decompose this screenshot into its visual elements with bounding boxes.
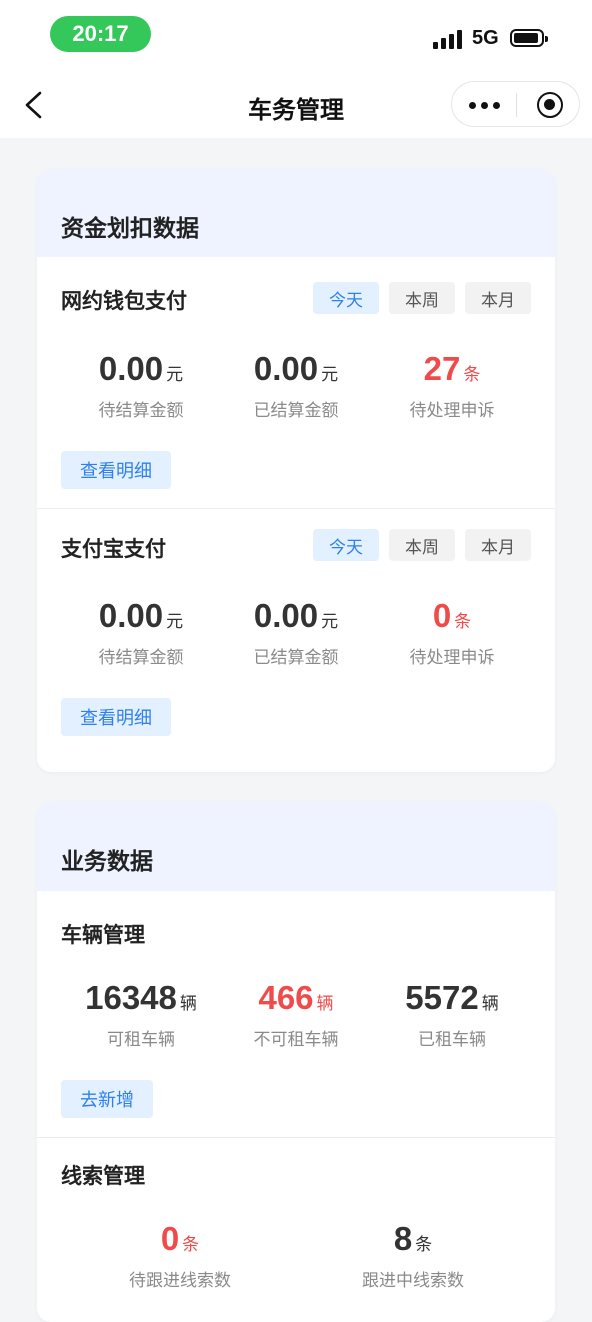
card-title: 业务数据 <box>61 848 153 874</box>
unavailable-vehicles-metric: 466 辆 不可租车辆 <box>211 979 381 1050</box>
pending-amount-metric: 0.00 元 待结算金额 <box>56 350 226 421</box>
settled-amount-metric: 0.00 元 已结算金额 <box>211 597 381 668</box>
leads-section: 线索管理 0条 待跟进线索数 8条 跟进中线索数 <box>37 1138 555 1322</box>
metric-label: 待结算金额 <box>98 648 184 667</box>
signal-icon <box>433 30 462 49</box>
tab-month[interactable]: 本月 <box>465 282 531 314</box>
section-title: 网约钱包支付 <box>61 290 187 313</box>
card-header: 资金划扣数据 <box>37 169 555 257</box>
metric-unit: 元 <box>321 365 339 384</box>
view-detail-button[interactable]: 查看明细 <box>61 451 171 489</box>
tab-week[interactable]: 本周 <box>389 282 455 314</box>
period-tabs: 今天 本周 本月 <box>313 529 531 561</box>
appeals-metric[interactable]: 27 条 待处理申诉 <box>367 350 537 421</box>
metric-value: 0 <box>432 597 452 634</box>
metric-value: 0.00 <box>98 350 164 387</box>
more-icon[interactable] <box>469 102 500 109</box>
metric-unit: 元 <box>166 612 184 631</box>
card-header: 业务数据 <box>37 802 555 891</box>
tab-week[interactable]: 本周 <box>389 529 455 561</box>
available-vehicles-metric: 16348 辆 可租车辆 <box>56 979 226 1050</box>
metric-label: 待处理申诉 <box>409 648 495 667</box>
section-title: 车辆管理 <box>61 924 145 947</box>
metric-unit: 条 <box>415 1235 433 1254</box>
metric-unit: 辆 <box>481 994 499 1013</box>
nav-bar: 车务管理 <box>0 72 592 138</box>
business-data-card: 业务数据 车辆管理 16348 辆 可租车辆 466 辆 不可租车辆 5572 辆 已… <box>37 802 555 1322</box>
view-detail-button[interactable]: 查看明细 <box>61 698 171 736</box>
metric-label: 不可租车辆 <box>253 1030 339 1049</box>
tab-today[interactable]: 今天 <box>313 529 379 561</box>
network-type: 5G <box>472 27 499 49</box>
metric-unit: 辆 <box>179 994 197 1013</box>
appeals-metric[interactable]: 0条 待处理申诉 <box>367 597 537 668</box>
pending-leads-metric: 0条 待跟进线索数 <box>95 1220 265 1291</box>
battery-icon <box>510 29 548 47</box>
tab-month[interactable]: 本月 <box>465 529 531 561</box>
metric-value: 8 <box>393 1220 413 1257</box>
metric-value: 16348 <box>85 979 177 1016</box>
metric-value: 0.00 <box>253 597 319 634</box>
close-target-icon[interactable] <box>537 92 563 118</box>
alipay-section: 支付宝支付 今天 本周 本月 0.00 元 待结算金额 0.00 元 已结算金额 0… <box>37 509 555 772</box>
metric-unit: 条 <box>463 365 481 384</box>
period-tabs: 今天 本周 本月 <box>313 282 531 314</box>
status-bar: 20:17 5G <box>0 0 592 72</box>
add-vehicle-button[interactable]: 去新增 <box>61 1080 153 1118</box>
metric-unit: 辆 <box>316 994 334 1013</box>
section-title: 支付宝支付 <box>61 538 166 561</box>
following-leads-metric: 8条 跟进中线索数 <box>328 1220 498 1291</box>
metric-label: 待结算金额 <box>98 401 184 420</box>
metric-value: 0 <box>160 1220 180 1257</box>
mini-program-capsule <box>451 81 580 127</box>
metric-label: 已结算金额 <box>253 401 339 420</box>
rented-vehicles-metric: 5572 辆 已租车辆 <box>367 979 537 1050</box>
metric-unit: 条 <box>182 1235 200 1254</box>
metric-value: 27 <box>423 350 461 387</box>
vehicle-section: 车辆管理 16348 辆 可租车辆 466 辆 不可租车辆 5572 辆 已租车辆 去… <box>37 891 555 1138</box>
metric-label: 跟进中线索数 <box>362 1271 464 1290</box>
metric-value: 0.00 <box>253 350 319 387</box>
capsule-divider <box>516 93 517 117</box>
metric-label: 可租车辆 <box>107 1030 175 1049</box>
metric-label: 已结算金额 <box>253 648 339 667</box>
metric-label: 待处理申诉 <box>409 401 495 420</box>
metric-label: 待跟进线索数 <box>129 1271 231 1290</box>
status-time: 20:17 <box>50 16 151 52</box>
section-title: 线索管理 <box>61 1165 145 1188</box>
metric-unit: 元 <box>321 612 339 631</box>
card-title: 资金划扣数据 <box>61 215 199 241</box>
metric-unit: 元 <box>166 365 184 384</box>
metric-value: 5572 <box>405 979 479 1016</box>
metric-unit: 条 <box>454 612 472 631</box>
metric-value: 466 <box>258 979 314 1016</box>
wallet-pay-section: 网约钱包支付 今天 本周 本月 0.00 元 待结算金额 0.00 元 已结算金额 … <box>37 257 555 509</box>
metric-label: 已租车辆 <box>418 1030 486 1049</box>
metric-value: 0.00 <box>98 597 164 634</box>
pending-amount-metric: 0.00 元 待结算金额 <box>56 597 226 668</box>
fund-data-card: 资金划扣数据 网约钱包支付 今天 本周 本月 0.00 元 待结算金额 0.00 元… <box>37 169 555 772</box>
tab-today[interactable]: 今天 <box>313 282 379 314</box>
settled-amount-metric: 0.00 元 已结算金额 <box>211 350 381 421</box>
